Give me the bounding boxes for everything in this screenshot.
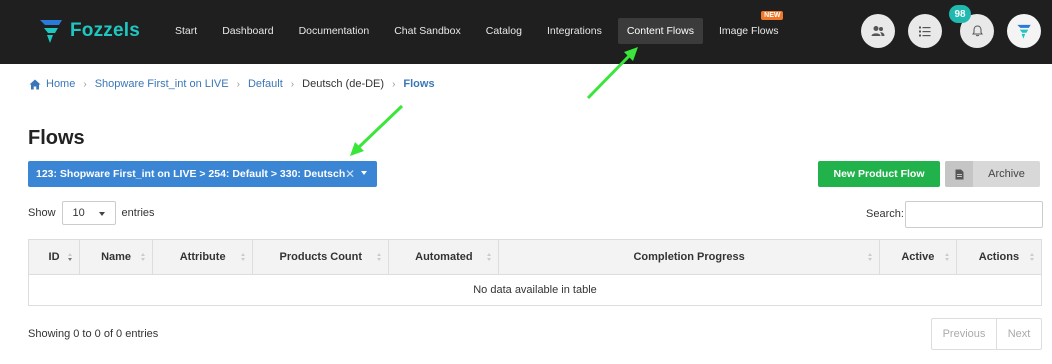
chevron-right-icon: › xyxy=(290,78,295,90)
chevron-right-icon: › xyxy=(83,78,87,90)
brand-name: Fozzels xyxy=(70,20,141,41)
flows-table: ID Name Attribute Products Count Automat… xyxy=(28,239,1042,306)
column-label: Attribute xyxy=(179,251,226,263)
breadcrumb-language: Deutsch (de-DE) xyxy=(302,78,385,90)
page-title: Flows xyxy=(28,127,85,149)
avatar-logo-icon xyxy=(1017,24,1031,39)
entries-label: entries xyxy=(121,207,155,219)
caret-down-icon xyxy=(98,212,105,216)
page-length-select[interactable]: 10 xyxy=(61,201,116,225)
search-input[interactable] xyxy=(905,201,1043,228)
nav-catalog[interactable]: Catalog xyxy=(477,18,531,44)
column-label: Completion Progress xyxy=(633,251,745,263)
show-label: Show xyxy=(28,207,56,219)
empty-table-message: No data available in table xyxy=(28,274,1042,306)
new-badge: NEW xyxy=(761,11,784,20)
nav-label: Integrations xyxy=(546,25,602,37)
archive-icon xyxy=(945,161,973,187)
breadcrumb-channel[interactable]: Default xyxy=(248,78,283,90)
pagination: Previous Next xyxy=(931,318,1042,350)
main-nav: Start Dashboard Documentation Chat Sandb… xyxy=(166,11,794,44)
breadcrumb-home[interactable]: Home xyxy=(46,78,75,90)
page-length-value: 10 xyxy=(72,207,85,219)
home-icon xyxy=(29,79,41,89)
breadcrumb: Home › Shopware First_int on LIVE › Defa… xyxy=(29,78,435,90)
nav-label: Dashboard xyxy=(222,25,274,37)
nav-image-flows[interactable]: Image Flows NEW xyxy=(710,11,788,44)
top-navbar: Fozzels Start Dashboard Documentation Ch… xyxy=(0,0,1052,64)
arrow-head-icon xyxy=(350,142,364,156)
bell-icon xyxy=(971,25,983,37)
sort-icon xyxy=(867,253,873,263)
column-label: Active xyxy=(901,251,935,263)
button-label: New Product Flow xyxy=(833,168,925,180)
annotation-arrow-selector xyxy=(356,104,404,150)
column-header-active[interactable]: Active xyxy=(879,239,957,275)
button-label: Archive xyxy=(988,168,1025,180)
column-header-completion-progress[interactable]: Completion Progress xyxy=(498,239,880,275)
nav-label: Start xyxy=(175,25,198,37)
sort-icon xyxy=(1030,253,1035,263)
search-label: Search: xyxy=(866,208,904,220)
users-icon xyxy=(871,26,885,36)
column-header-name[interactable]: Name xyxy=(79,239,154,275)
new-product-flow-button[interactable]: New Product Flow xyxy=(818,161,940,187)
column-header-id[interactable]: ID xyxy=(28,239,81,275)
clear-icon[interactable]: ✕ xyxy=(345,167,355,181)
nav-chat-sandbox[interactable]: Chat Sandbox xyxy=(385,18,470,44)
context-selector-label: 123: Shopware First_int on LIVE > 254: D… xyxy=(36,168,346,180)
sort-icon xyxy=(944,253,950,263)
sort-icon xyxy=(377,253,382,263)
nav-label: Image Flows xyxy=(718,25,779,37)
nav-label: Documentation xyxy=(298,25,370,37)
next-page-button[interactable]: Next xyxy=(997,319,1041,349)
previous-page-button[interactable]: Previous xyxy=(932,319,997,349)
nav-dashboard[interactable]: Dashboard xyxy=(213,18,282,44)
nav-start[interactable]: Start xyxy=(166,18,206,44)
nav-label: Chat Sandbox xyxy=(394,25,461,37)
sort-icon xyxy=(141,253,146,263)
chevron-right-icon: › xyxy=(236,78,240,90)
page-length-control: Show 10 entries xyxy=(28,201,155,225)
context-selector[interactable]: 123: Shopware First_int on LIVE > 254: D… xyxy=(28,161,377,187)
table-info: Showing 0 to 0 of 0 entries xyxy=(28,328,159,340)
nav-integrations[interactable]: Integrations xyxy=(538,18,611,44)
caret-down-icon[interactable] xyxy=(361,171,367,175)
column-label: ID xyxy=(48,251,60,263)
sort-icon xyxy=(68,253,73,263)
column-header-attribute[interactable]: Attribute xyxy=(152,239,254,275)
brand-logo[interactable]: Fozzels xyxy=(38,17,140,45)
user-avatar-button[interactable] xyxy=(1007,14,1041,48)
nav-documentation[interactable]: Documentation xyxy=(290,18,379,44)
column-header-actions[interactable]: Actions xyxy=(956,239,1042,275)
column-label: Actions xyxy=(978,251,1020,263)
fozzels-logo-icon xyxy=(40,20,62,43)
column-label: Products Count xyxy=(279,251,363,263)
column-header-products-count[interactable]: Products Count xyxy=(252,239,390,275)
archive-button[interactable]: Archive xyxy=(945,161,1040,187)
column-label: Name xyxy=(101,251,132,263)
nav-label: Content Flows xyxy=(626,25,694,37)
column-header-automated[interactable]: Automated xyxy=(388,239,500,275)
users-button[interactable] xyxy=(861,14,895,48)
table-row: No data available in table xyxy=(28,274,1042,306)
column-label: Automated xyxy=(415,251,473,263)
tasks-button[interactable] xyxy=(908,14,942,48)
breadcrumb-flows[interactable]: Flows xyxy=(403,78,434,90)
nav-label: Catalog xyxy=(485,25,522,37)
tasks-icon xyxy=(919,26,931,36)
breadcrumb-integration[interactable]: Shopware First_int on LIVE xyxy=(95,78,229,90)
sort-icon xyxy=(241,253,246,263)
chevron-right-icon: › xyxy=(392,78,396,90)
notification-count-badge: 98 xyxy=(949,5,971,23)
nav-content-flows[interactable]: Content Flows xyxy=(617,18,703,44)
sort-icon xyxy=(487,253,492,263)
